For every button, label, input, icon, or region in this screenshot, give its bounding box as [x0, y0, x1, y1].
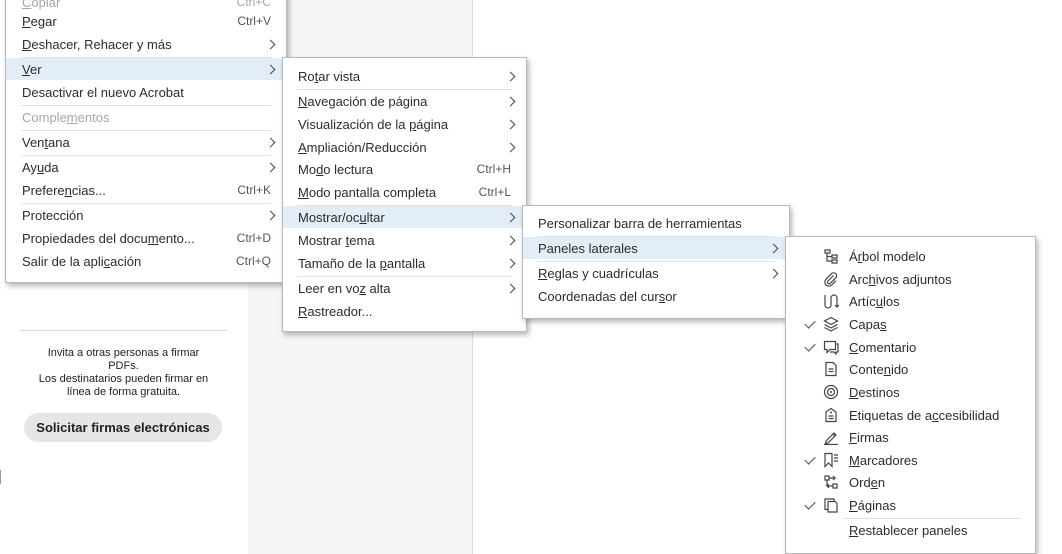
chevron-right-icon	[768, 268, 779, 278]
shortcut: Ctrl+H	[476, 162, 511, 176]
left-edge-mark	[0, 470, 1, 484]
checkmark-icon	[804, 452, 816, 465]
invite-line-2: PDFs.	[108, 360, 139, 372]
menu-item-leer-voz-alta[interactable]: Leer en voz alta	[283, 277, 526, 299]
chevron-right-icon	[265, 64, 276, 74]
menu-item-firmas[interactable]: Firmas	[786, 426, 1035, 448]
content-icon	[823, 361, 839, 377]
shortcut: Ctrl+D	[236, 231, 271, 245]
chevron-right-icon	[505, 119, 516, 129]
paperclip-icon	[823, 271, 839, 287]
menu-item-desactivar-acrobat[interactable]: Desactivar el nuevo Acrobat	[6, 81, 286, 103]
chevron-right-icon	[265, 162, 276, 172]
menu-item-orden[interactable]: Orden	[786, 471, 1035, 493]
menu-item-paneles-laterales[interactable]: Paneles laterales	[523, 237, 789, 259]
menu-item-etiquetas-accesibilidad[interactable]: Etiquetas de accesibilidad	[786, 404, 1035, 426]
checkmark-icon	[804, 497, 816, 510]
menu-item-propiedades[interactable]: Propiedades del documento... Ctrl+D	[6, 227, 286, 249]
chevron-right-icon	[505, 258, 516, 268]
menu-item-tamano-pantalla[interactable]: Tamaño de la pantalla	[283, 252, 526, 274]
invite-line-3: Los destinatarios pueden firmar en	[38, 373, 209, 385]
menu-item-personalizar-barra[interactable]: Personalizar barra de herramientas	[523, 212, 789, 234]
request-signatures-button[interactable]: Solicitar firmas electrónicas	[24, 413, 222, 442]
menu-item-destinos[interactable]: Destinos	[786, 381, 1035, 403]
invite-line-1: Invita a otras personas a firmar	[47, 347, 200, 359]
menu-item-ayuda[interactable]: Ayuda	[6, 156, 286, 178]
menu-item-ampliacion[interactable]: Ampliación/Reducción	[283, 136, 526, 158]
comment-icon	[823, 339, 839, 355]
menu-item-visualizacion[interactable]: Visualización de la página	[283, 113, 526, 135]
menu-item-marcadores[interactable]: Marcadores	[786, 449, 1035, 471]
menu-item-rastreador[interactable]: Rastreador...	[283, 300, 526, 322]
menu-item-pantalla-completa[interactable]: Modo pantalla completa Ctrl+L	[283, 181, 526, 203]
menu-item-capas[interactable]: Capas	[786, 313, 1035, 335]
menu-item-mostrar-tema[interactable]: Mostrar tema	[283, 229, 526, 251]
shortcut: Ctrl+K	[237, 183, 271, 197]
menu-item-ventana[interactable]: Ventana	[6, 131, 286, 153]
invite-text: Invita a otras personas a firmar PDFs. L…	[20, 347, 227, 399]
menu-item-articulos[interactable]: Artículos	[786, 290, 1035, 312]
chevron-right-icon	[505, 71, 516, 81]
destinations-icon	[823, 384, 839, 400]
shortcut: Ctrl+Q	[235, 254, 271, 268]
tree-icon	[823, 248, 839, 264]
chevron-right-icon	[265, 210, 276, 220]
menu-item-complementos: Complementos	[22, 109, 110, 125]
chevron-right-icon	[265, 39, 276, 49]
menu-item-coordenadas[interactable]: Coordenadas del cursor	[523, 285, 789, 307]
chevron-right-icon	[505, 235, 516, 245]
menu-item-modo-lectura[interactable]: Modo lectura Ctrl+H	[283, 158, 526, 180]
shortcut: Ctrl+C	[236, 0, 271, 9]
shortcut: Ctrl+L	[478, 185, 511, 199]
tags-icon	[823, 407, 839, 423]
menu-item-comentario[interactable]: Comentario	[786, 336, 1035, 358]
main-menu: Copiar Ctrl+C Pegar Ctrl+V Deshacer, Reh…	[5, 0, 287, 283]
articles-icon	[823, 293, 839, 309]
chevron-right-icon	[505, 142, 516, 152]
chevron-right-icon	[505, 212, 516, 222]
panel-divider	[20, 330, 227, 331]
menu-item-contenido[interactable]: Contenido	[786, 358, 1035, 380]
chevron-right-icon	[768, 243, 779, 253]
menu-item-navegacion[interactable]: Navegación de página	[283, 90, 526, 112]
menu-item-ver[interactable]: Ver	[6, 58, 286, 80]
paneles-laterales-submenu: Árbol modelo Archivos adjuntos Artículos…	[785, 236, 1036, 554]
menu-item-paginas[interactable]: Páginas	[786, 494, 1035, 516]
layers-icon	[823, 316, 839, 332]
order-icon	[823, 474, 839, 490]
checkmark-icon	[804, 316, 816, 329]
mostrar-ocultar-submenu: Personalizar barra de herramientas Panel…	[522, 205, 790, 319]
menu-item-restablecer-paneles[interactable]: Restablecer paneles	[786, 519, 1035, 541]
menu-item-deshacer[interactable]: Deshacer, Rehacer y más	[6, 33, 286, 55]
ver-submenu: Rotar vista Navegación de página Visuali…	[282, 57, 527, 332]
menu-item-rotar-vista[interactable]: Rotar vista	[283, 65, 526, 87]
chevron-right-icon	[505, 96, 516, 106]
chevron-right-icon	[265, 137, 276, 147]
invite-line-4: línea de forma gratuita.	[66, 386, 181, 398]
menu-item-pegar[interactable]: Pegar Ctrl+V	[6, 10, 286, 32]
checkmark-icon	[804, 339, 816, 352]
menu-item-reglas[interactable]: Reglas y cuadrículas	[523, 262, 789, 284]
menu-item-preferencias[interactable]: Preferencias... Ctrl+K	[6, 179, 286, 201]
chevron-right-icon	[505, 283, 516, 293]
shortcut: Ctrl+V	[237, 14, 271, 28]
menu-item-arbol-modelo[interactable]: Árbol modelo	[786, 245, 1035, 267]
signature-icon	[823, 429, 839, 445]
pages-icon	[823, 497, 839, 513]
menu-item-proteccion[interactable]: Protección	[6, 204, 286, 226]
menu-item-salir[interactable]: Salir de la aplicación Ctrl+Q	[6, 250, 286, 272]
menu-item-mostrar-ocultar[interactable]: Mostrar/ocultar	[283, 206, 526, 228]
bookmark-icon	[823, 452, 839, 468]
menu-item-archivos-adjuntos[interactable]: Archivos adjuntos	[786, 268, 1035, 290]
